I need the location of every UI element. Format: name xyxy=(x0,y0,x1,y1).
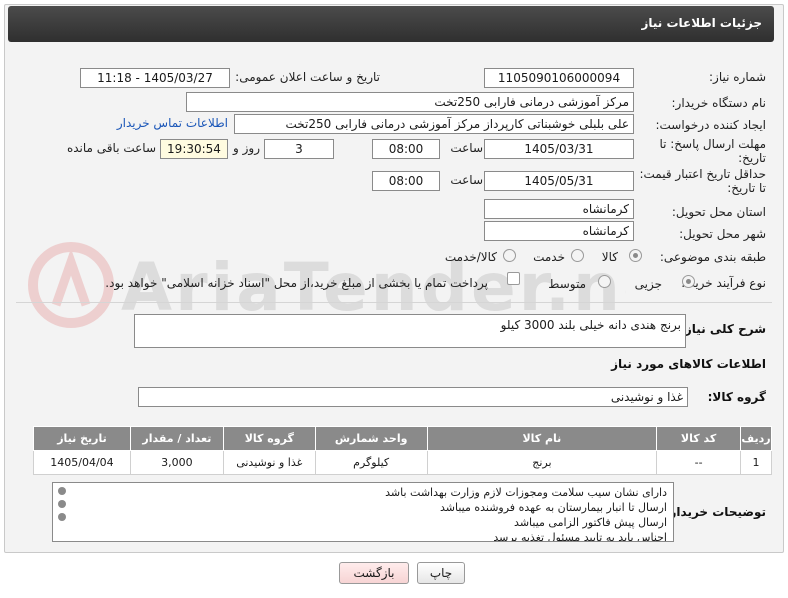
treasury-payment-checkbox[interactable] xyxy=(507,272,520,285)
province-label: استان محل تحویل: xyxy=(671,205,766,219)
cell-code: -- xyxy=(656,450,742,475)
days-field: 3 xyxy=(264,139,334,159)
days-label: روز و xyxy=(233,141,260,155)
buyer-notes-field[interactable]: دارای نشان سیب سلامت ومجوزات لازم وزارت … xyxy=(52,482,674,542)
treasury-payment-note: پرداخت تمام یا بخشی از مبلغ خرید،از محل … xyxy=(105,276,488,290)
cell-need-date: 1405/04/04 xyxy=(33,450,131,475)
notes-scroll-thumb[interactable] xyxy=(58,500,66,508)
note-line: دارای نشان سیب سلامت ومجوزات لازم وزارت … xyxy=(385,486,667,499)
col-unit: واحد شمارش xyxy=(314,426,428,451)
goods-group-field: غذا و نوشیدنی xyxy=(138,387,688,407)
buyer-contact-link[interactable]: اطلاعات تماس خریدار xyxy=(117,116,228,130)
cell-name: برنج xyxy=(426,450,658,475)
note-line: ارسال تا انبار بیمارستان به عهده فروشنده… xyxy=(439,501,667,514)
deadline-label: مهلت ارسال پاسخ: تا تاریخ: xyxy=(659,137,766,165)
notes-scroll-up[interactable] xyxy=(58,487,66,495)
buyer-notes-label: توضیحات خریدار: xyxy=(664,505,766,519)
deadline-time-label: ساعت xyxy=(450,141,483,155)
deadline-time-field: 08:00 xyxy=(372,139,440,159)
cell-quantity: 3,000 xyxy=(129,450,224,475)
creator-label: ایجاد کننده درخواست: xyxy=(655,118,766,132)
need-number-label: شماره نیاز: xyxy=(709,70,766,84)
divider xyxy=(16,302,772,303)
note-line: ارسال پیش فاکتور الزامی میباشد xyxy=(514,516,667,529)
category-option-goods: کالا xyxy=(601,250,618,264)
cell-group: غذا و نوشیدنی xyxy=(222,450,316,475)
category-radio-service[interactable] xyxy=(571,249,584,262)
category-option-service: خدمت xyxy=(533,250,565,264)
validity-label: حداقل تاریخ اعتبار قیمت: تا تاریخ: xyxy=(639,167,766,195)
announce-label: تاریخ و ساعت اعلان عمومی: xyxy=(235,70,380,84)
note-line: اجناس باید به تایید مسئول تغذیه برسد xyxy=(493,531,667,542)
category-option-goods-service: کالا/خدمت xyxy=(444,250,497,264)
goods-table: ردیف کد کالا نام کالا واحد شمارش گروه کا… xyxy=(33,426,772,475)
city-field: کرمانشاه xyxy=(484,221,634,241)
cell-row: 1 xyxy=(740,450,772,475)
table-header-row: ردیف کد کالا نام کالا واحد شمارش گروه کا… xyxy=(33,426,772,451)
category-label: طبقه بندی موضوعی: xyxy=(659,250,766,264)
remaining-time-field: 19:30:54 xyxy=(160,139,228,159)
category-radio-goods-service[interactable] xyxy=(503,249,516,262)
col-group: گروه کالا xyxy=(222,426,316,451)
goods-section-title: اطلاعات کالاهای مورد نیاز xyxy=(611,357,766,371)
description-label: شرح کلی نیاز: xyxy=(680,322,766,336)
buyer-org-label: نام دستگاه خریدار: xyxy=(671,96,767,110)
need-number-field: 1105090106000094 xyxy=(484,68,634,88)
goods-group-label: گروه کالا: xyxy=(707,390,766,404)
process-option-minor: جزیی xyxy=(634,277,662,291)
province-field: کرمانشاه xyxy=(484,199,634,219)
process-radio-minor[interactable] xyxy=(682,275,695,288)
col-name: نام کالا xyxy=(426,426,658,451)
col-code: کد کالا xyxy=(656,426,742,451)
panel-header: جزئیات اطلاعات نیاز xyxy=(8,6,774,42)
validity-date-field: 1405/05/31 xyxy=(484,171,634,191)
back-button[interactable]: بازگشت xyxy=(339,562,409,584)
announce-field: 1405/03/27 - 11:18 xyxy=(80,68,230,88)
notes-scroll-down[interactable] xyxy=(58,513,66,521)
table-row: 1 -- برنج کیلوگرم غذا و نوشیدنی 3,000 14… xyxy=(33,450,772,475)
process-radio-medium[interactable] xyxy=(598,275,611,288)
col-row: ردیف xyxy=(740,426,772,451)
remaining-label: ساعت باقی مانده xyxy=(66,141,156,155)
process-option-medium: متوسط xyxy=(548,277,586,291)
panel-title: جزئیات اطلاعات نیاز xyxy=(641,16,762,30)
col-need-date: تاریخ نیاز xyxy=(33,426,131,451)
category-radio-goods[interactable] xyxy=(629,249,642,262)
cell-unit: کیلوگرم xyxy=(314,450,428,475)
city-label: شهر محل تحویل: xyxy=(679,227,766,241)
description-field: برنج هندی دانه خیلی بلند 3000 کیلو xyxy=(134,314,686,348)
deadline-date-field: 1405/03/31 xyxy=(484,139,634,159)
print-button[interactable]: چاپ xyxy=(417,562,465,584)
col-quantity: تعداد / مقدار xyxy=(129,426,224,451)
creator-field: علی بلبلی خوشبناتی کارپرداز مرکز آموزشی … xyxy=(234,114,634,134)
buyer-org-field: مرکز آموزشی درمانی فارابی 250تخت xyxy=(186,92,634,112)
validity-time-field: 08:00 xyxy=(372,171,440,191)
validity-time-label: ساعت xyxy=(450,173,483,187)
